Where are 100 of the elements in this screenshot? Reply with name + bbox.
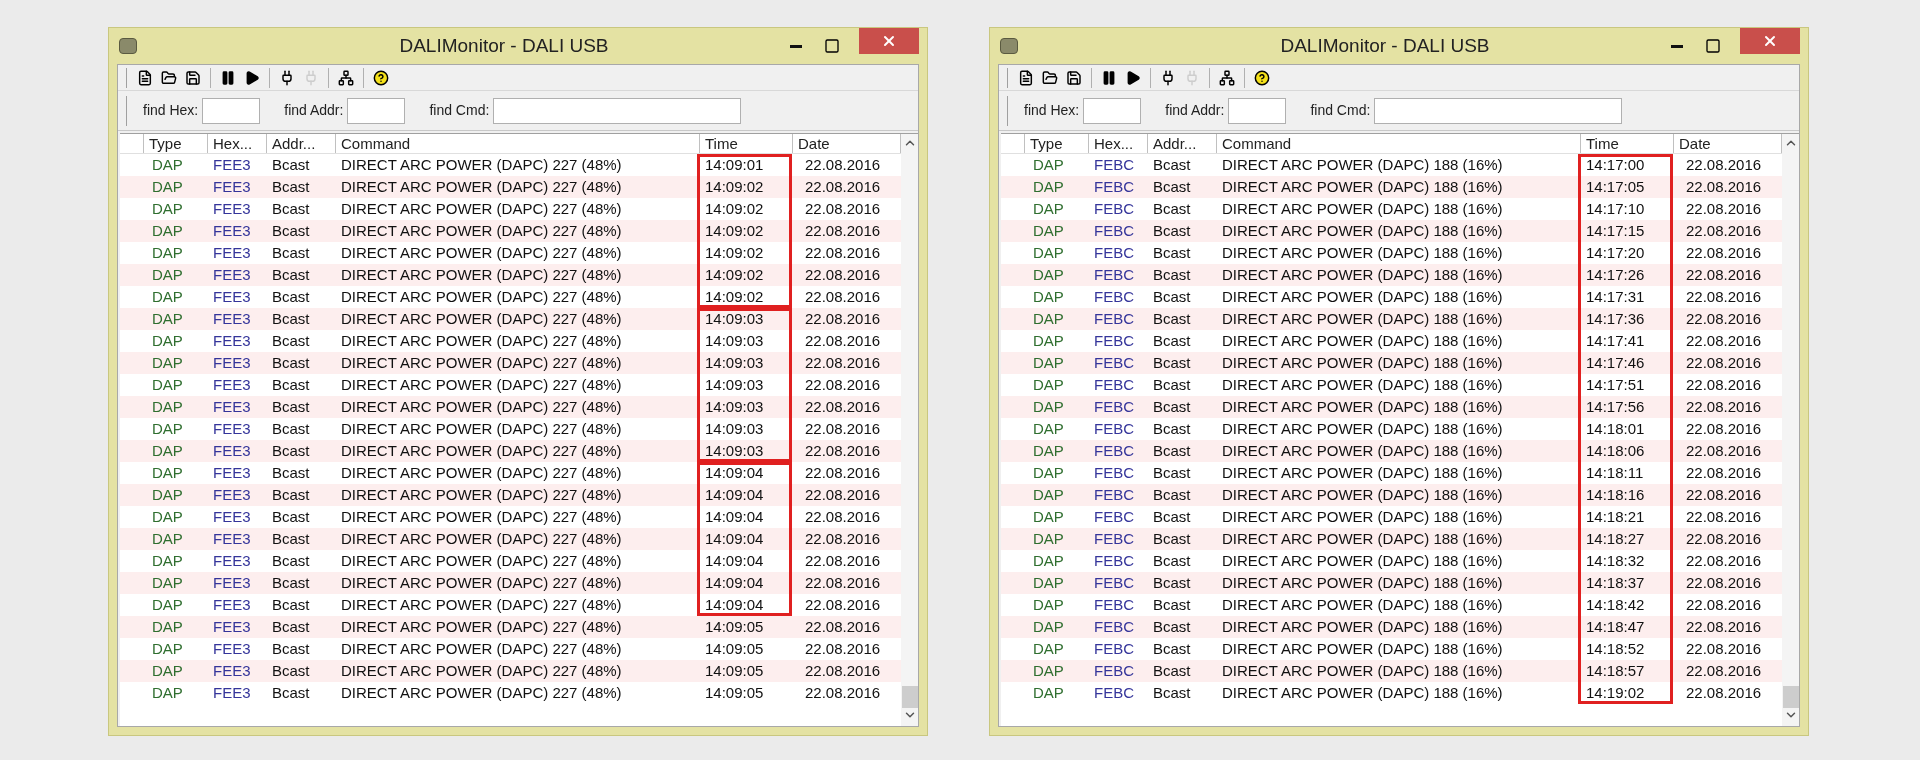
column-header[interactable]: Time bbox=[1581, 134, 1674, 153]
table-cell-text: 22.08.2016 bbox=[1685, 507, 1763, 527]
table-cell-text: 22.08.2016 bbox=[1685, 309, 1763, 329]
table-cell-text: DAP bbox=[151, 419, 184, 439]
table-cell-text: DAP bbox=[151, 265, 184, 285]
table-cell-text: Bcast bbox=[271, 507, 311, 527]
table-cell-text: Bcast bbox=[1152, 375, 1192, 395]
log-row[interactable]: DAP FEE3 Bcast DIRECT ARC POWER (DAPC) 227 (48%) 14:09:03 22.08.2016 bbox=[120, 308, 901, 330]
log-row[interactable]: DAP FEE3 Bcast DIRECT ARC POWER (DAPC) 227 (48%) 14:09:02 22.08.2016 bbox=[120, 264, 901, 286]
table-cell-text: 14:09:05 bbox=[704, 617, 765, 637]
minimize-icon bbox=[1671, 44, 1683, 48]
log-row[interactable]: DAP FEBC Bcast DIRECT ARC POWER (DAPC) 188 (16%) 14:18:37 22.08.2016 bbox=[1001, 572, 1782, 594]
log-row[interactable]: DAP FEBC Bcast DIRECT ARC POWER (DAPC) 188 (16%) 14:18:16 22.08.2016 bbox=[1001, 484, 1782, 506]
table-cell-text: Bcast bbox=[1152, 243, 1192, 263]
table-cell-text: DAP bbox=[151, 507, 184, 527]
scroll-thumb[interactable] bbox=[1782, 686, 1799, 708]
table-cell-text: 14:18:37 bbox=[1585, 573, 1646, 593]
table-cell-text: DIRECT ARC POWER (DAPC) 188 (16%) bbox=[1221, 441, 1504, 461]
table-cell-text: Bcast bbox=[1152, 573, 1192, 593]
log-row[interactable]: DAP FEBC Bcast DIRECT ARC POWER (DAPC) 188 (16%) 14:18:06 22.08.2016 bbox=[1001, 440, 1782, 462]
table-cell-text: FEE3 bbox=[212, 617, 252, 637]
log-row[interactable]: DAP FEE3 Bcast DIRECT ARC POWER (DAPC) 227 (48%) 14:09:04 22.08.2016 bbox=[120, 484, 901, 506]
scrollbar[interactable] bbox=[1782, 134, 1799, 726]
log-row[interactable]: DAP FEE3 Bcast DIRECT ARC POWER (DAPC) 227 (48%) 14:09:02 22.08.2016 bbox=[120, 176, 901, 198]
log-row[interactable]: DAP FEBC Bcast DIRECT ARC POWER (DAPC) 188 (16%) 14:18:57 22.08.2016 bbox=[1001, 660, 1782, 682]
scrollbar[interactable] bbox=[901, 134, 918, 726]
table-cell-text: 14:17:00 bbox=[1585, 155, 1646, 175]
column-header[interactable]: Type bbox=[144, 134, 208, 153]
folder-icon bbox=[1042, 69, 1058, 86]
scroll-thumb[interactable] bbox=[901, 686, 918, 708]
table-cell-text: 14:18:32 bbox=[1585, 551, 1646, 571]
pause-icon bbox=[1101, 69, 1117, 86]
find-field[interactable] bbox=[1374, 97, 1623, 124]
find-field[interactable] bbox=[202, 97, 261, 124]
table-cell-text: FEE3 bbox=[212, 595, 252, 615]
table-cell-text: Bcast bbox=[271, 595, 311, 615]
table-cell-text: 14:17:36 bbox=[1585, 309, 1646, 329]
log-row[interactable]: DAP FEBC Bcast DIRECT ARC POWER (DAPC) 188 (16%) 14:17:46 22.08.2016 bbox=[1001, 352, 1782, 374]
log-row[interactable]: DAP FEE3 Bcast DIRECT ARC POWER (DAPC) 227 (48%) 14:09:02 22.08.2016 bbox=[120, 220, 901, 242]
table-cell-text: FEBC bbox=[1093, 375, 1135, 395]
table-cell-text: 14:19:02 bbox=[1585, 683, 1646, 703]
log-row[interactable]: DAP FEE3 Bcast DIRECT ARC POWER (DAPC) 227 (48%) 14:09:03 22.08.2016 bbox=[120, 440, 901, 462]
close-button[interactable] bbox=[1740, 28, 1800, 54]
table-cell-text: Bcast bbox=[271, 661, 311, 681]
find-field[interactable] bbox=[493, 97, 742, 124]
table-cell-text: DAP bbox=[151, 683, 184, 703]
log-row[interactable]: DAP FEE3 Bcast DIRECT ARC POWER (DAPC) 227 (48%) 14:09:03 22.08.2016 bbox=[120, 352, 901, 374]
table-cell-text: FEBC bbox=[1093, 639, 1135, 659]
table-cell-text: Bcast bbox=[1152, 617, 1192, 637]
table-cell-text: 22.08.2016 bbox=[804, 243, 882, 263]
table-cell-text: DAP bbox=[1032, 375, 1065, 395]
table-cell-text: 22.08.2016 bbox=[804, 199, 882, 219]
help-icon bbox=[373, 69, 389, 86]
log-row[interactable]: DAP FEBC Bcast DIRECT ARC POWER (DAPC) 188 (16%) 14:18:47 22.08.2016 bbox=[1001, 616, 1782, 638]
table-cell-text: DAP bbox=[1032, 595, 1065, 615]
table-cell-text: DAP bbox=[1032, 177, 1065, 197]
table-cell-text: 22.08.2016 bbox=[804, 419, 882, 439]
column-header[interactable]: Hex... bbox=[208, 134, 267, 153]
table-cell-text: 14:09:03 bbox=[704, 353, 765, 373]
table-cell-text: DIRECT ARC POWER (DAPC) 227 (48%) bbox=[340, 419, 623, 439]
log-row[interactable]: DAP FEE3 Bcast DIRECT ARC POWER (DAPC) 227 (48%) 14:09:04 22.08.2016 bbox=[120, 572, 901, 594]
find-field[interactable] bbox=[1083, 97, 1142, 124]
log-row[interactable]: DAP FEBC Bcast DIRECT ARC POWER (DAPC) 188 (16%) 14:17:15 22.08.2016 bbox=[1001, 220, 1782, 242]
table-cell-text: Bcast bbox=[271, 243, 311, 263]
log-row[interactable]: DAP FEE3 Bcast DIRECT ARC POWER (DAPC) 227 (48%) 14:09:04 22.08.2016 bbox=[120, 528, 901, 550]
log-row[interactable]: DAP FEBC Bcast DIRECT ARC POWER (DAPC) 188 (16%) 14:17:36 22.08.2016 bbox=[1001, 308, 1782, 330]
table-cell-text: 14:09:03 bbox=[704, 375, 765, 395]
column-header[interactable]: Time bbox=[700, 134, 793, 153]
column-header[interactable]: Addr... bbox=[1148, 134, 1217, 153]
log-row[interactable]: DAP FEE3 Bcast DIRECT ARC POWER (DAPC) 227 (48%) 14:09:05 22.08.2016 bbox=[120, 660, 901, 682]
table-cell-text: DAP bbox=[151, 177, 184, 197]
table-cell-text: Bcast bbox=[271, 375, 311, 395]
table-cell-text: 22.08.2016 bbox=[804, 265, 882, 285]
column-header[interactable]: Type bbox=[1025, 134, 1089, 153]
find-field[interactable] bbox=[347, 97, 406, 124]
close-button[interactable] bbox=[859, 28, 919, 54]
find-field[interactable] bbox=[1228, 97, 1287, 124]
table-cell-text: FEBC bbox=[1093, 661, 1135, 681]
table-cell-text: Bcast bbox=[271, 221, 311, 241]
log-row[interactable]: DAP FEE3 Bcast DIRECT ARC POWER (DAPC) 227 (48%) 14:09:05 22.08.2016 bbox=[120, 616, 901, 638]
table-cell-text: FEBC bbox=[1093, 595, 1135, 615]
table-cell-text: Bcast bbox=[1152, 661, 1192, 681]
log-row[interactable]: DAP FEBC Bcast DIRECT ARC POWER (DAPC) 188 (16%) 14:17:26 22.08.2016 bbox=[1001, 264, 1782, 286]
table-cell-text: DIRECT ARC POWER (DAPC) 188 (16%) bbox=[1221, 595, 1504, 615]
table-cell-text: DAP bbox=[151, 551, 184, 571]
log-row[interactable]: DAP FEBC Bcast DIRECT ARC POWER (DAPC) 188 (16%) 14:18:27 22.08.2016 bbox=[1001, 528, 1782, 550]
table-cell-text: FEE3 bbox=[212, 507, 252, 527]
log-row[interactable]: DAP FEE3 Bcast DIRECT ARC POWER (DAPC) 227 (48%) 14:09:03 22.08.2016 bbox=[120, 396, 901, 418]
log-row[interactable]: DAP FEBC Bcast DIRECT ARC POWER (DAPC) 188 (16%) 14:17:56 22.08.2016 bbox=[1001, 396, 1782, 418]
table-cell-text: DIRECT ARC POWER (DAPC) 188 (16%) bbox=[1221, 529, 1504, 549]
column-header[interactable]: Command bbox=[336, 134, 700, 153]
field-label: find Addr: bbox=[1165, 101, 1225, 120]
log-row[interactable]: DAP FEBC Bcast DIRECT ARC POWER (DAPC) 188 (16%) 14:17:05 22.08.2016 bbox=[1001, 176, 1782, 198]
table-cell-text: DIRECT ARC POWER (DAPC) 188 (16%) bbox=[1221, 419, 1504, 439]
column-header[interactable]: Hex... bbox=[1089, 134, 1148, 153]
table-cell-text: 22.08.2016 bbox=[804, 639, 882, 659]
column-header[interactable]: Addr... bbox=[267, 134, 336, 153]
table-cell-text: DAP bbox=[151, 331, 184, 351]
column-header[interactable]: Command bbox=[1217, 134, 1581, 153]
table-cell-text: 14:09:02 bbox=[704, 199, 765, 219]
